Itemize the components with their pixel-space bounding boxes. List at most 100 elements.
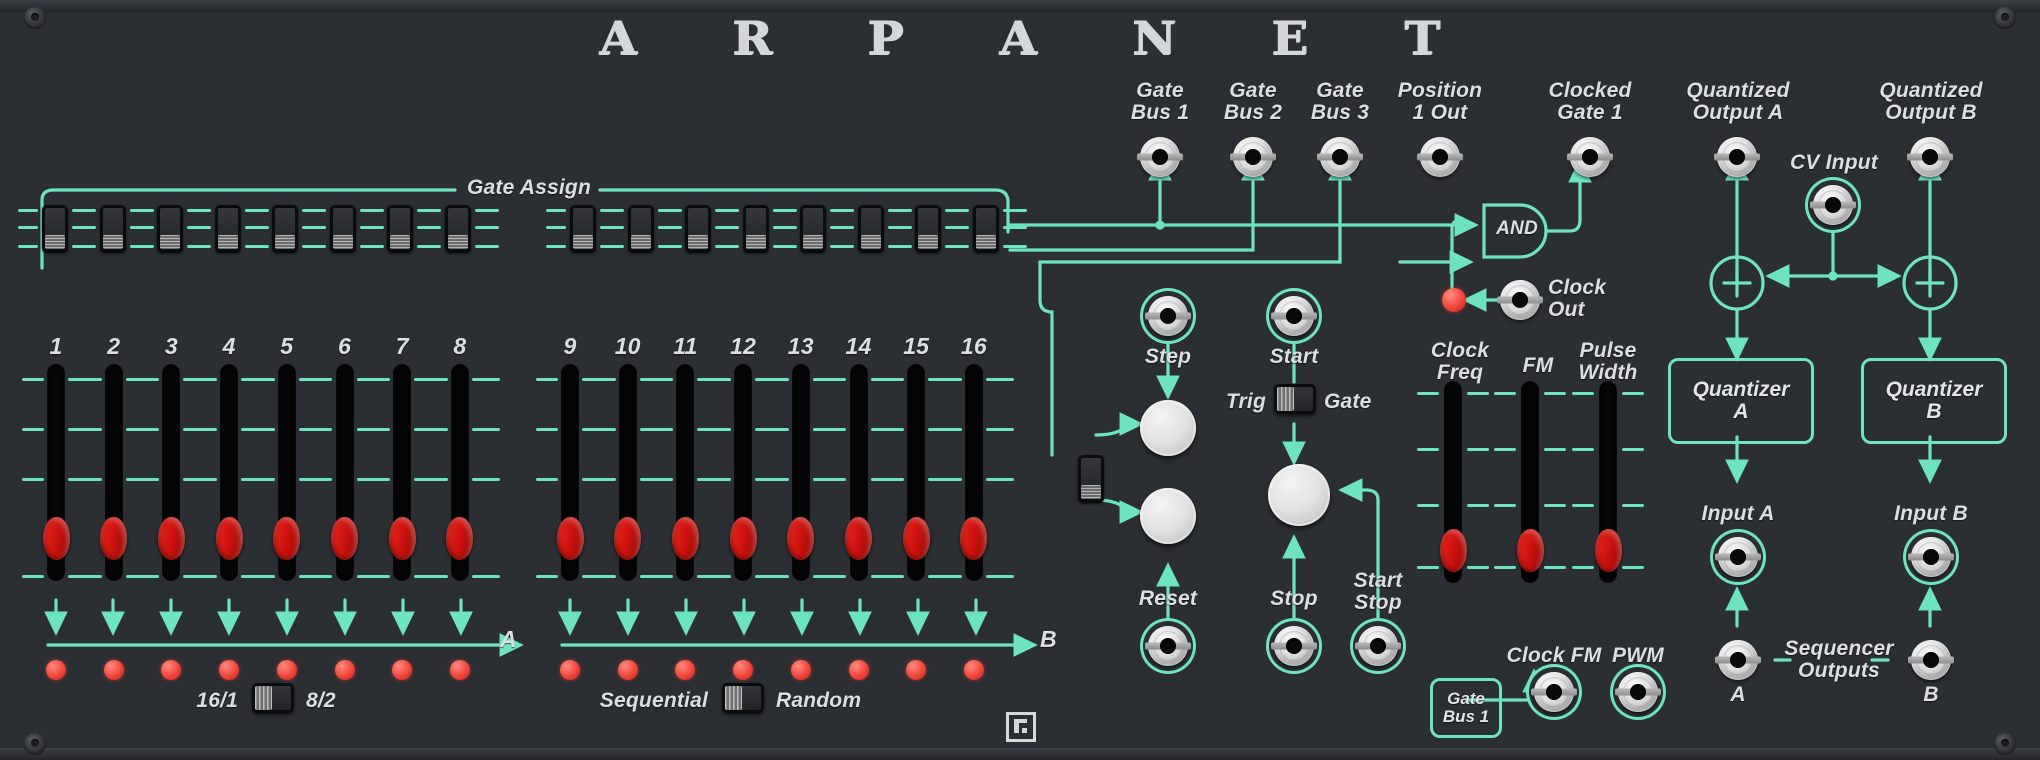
step-fader-cap-8[interactable] [446, 516, 474, 560]
step-fader-cap-5[interactable] [273, 516, 301, 560]
clock-out-jack[interactable] [1497, 280, 1543, 320]
step-fader-cap-9[interactable] [556, 516, 584, 560]
step-source-switch[interactable] [1078, 455, 1104, 503]
gate-assign-rail-tick [302, 209, 326, 213]
quantized-output-a-jack[interactable] [1714, 137, 1760, 177]
step-fader-cap-14[interactable] [845, 516, 872, 560]
step-number-15: 15 [903, 333, 930, 359]
step-fader-cap-13[interactable] [787, 516, 815, 560]
gate-bus-1-jack[interactable] [1137, 137, 1183, 177]
step-button[interactable] [1140, 400, 1196, 456]
gate-assign-switch-2[interactable] [99, 205, 126, 253]
step-fader-cap-12[interactable] [729, 516, 757, 560]
step-number-16: 16 [960, 333, 987, 359]
cv-input-jack[interactable] [1810, 185, 1856, 225]
step-fader-cap-10[interactable] [614, 516, 642, 560]
quantized-output-b-jack[interactable] [1907, 137, 1953, 177]
quantizer-b-box[interactable]: Quantizer B [1861, 358, 2007, 444]
gate-assign-switch-4[interactable] [214, 205, 241, 253]
trig-gate-switch[interactable] [1272, 384, 1318, 434]
mode-switch-right-label: Random [776, 689, 862, 712]
reset-jack[interactable] [1145, 626, 1191, 666]
fader-scale-tick [414, 478, 448, 482]
step-led-14 [848, 660, 869, 680]
gate-assign-rail-tick [945, 245, 969, 249]
step-jack[interactable] [1145, 296, 1191, 336]
fader-scale-tick [697, 575, 732, 579]
reset-button[interactable] [1140, 488, 1196, 544]
clock-slider-tick [1572, 504, 1594, 508]
quantizer-a-box[interactable]: Quantizer A [1668, 358, 1814, 444]
step-fader-cap-7[interactable] [388, 516, 416, 560]
step-fader-cap-6[interactable] [331, 516, 358, 560]
gate-assign-switch-1[interactable] [42, 205, 68, 253]
clock-freq-slider-cap[interactable] [1439, 529, 1467, 573]
gate-assign-switch-9[interactable] [570, 205, 596, 253]
step-fader-cap-15[interactable] [902, 516, 930, 560]
step-fader-cap-2[interactable] [100, 516, 128, 560]
gate-assign-switch-16[interactable] [972, 205, 999, 253]
gate-assign-switch-15[interactable] [915, 205, 941, 253]
gate-assign-switch-11[interactable] [685, 205, 711, 253]
title-glyph-6: E [1271, 11, 1310, 65]
fader-scale-tick [582, 478, 616, 482]
gate-assign-rail-tick [887, 245, 912, 249]
clocked-gate-1-jack[interactable] [1567, 137, 1613, 177]
sequencer-output-b-jack[interactable] [1908, 640, 1954, 680]
input-b-jack[interactable] [1908, 537, 1954, 577]
gate-bus-2-jack[interactable] [1230, 137, 1276, 177]
gate-assign-switch-10[interactable] [627, 205, 654, 253]
step-number-12: 12 [730, 333, 757, 359]
fader-scale-tick [471, 575, 500, 579]
start-stop-jack[interactable] [1355, 626, 1401, 666]
pwm-jack[interactable] [1615, 672, 1661, 712]
position-1-out-jack[interactable] [1417, 137, 1463, 177]
fader-scale-tick [985, 428, 1014, 432]
fader-scale-tick [22, 378, 44, 382]
gate-assign-switch-6[interactable] [329, 205, 356, 253]
length-switch[interactable] [250, 683, 296, 733]
fader-scale-tick [125, 478, 160, 482]
gate-assign-rail-tick [546, 226, 566, 230]
step-number-7: 7 [395, 333, 409, 359]
fader-scale-tick [870, 378, 905, 382]
step-led-16 [963, 660, 984, 680]
gate-bus-3-jack[interactable] [1317, 137, 1363, 177]
input-a-jack[interactable] [1715, 537, 1761, 577]
gate-assign-switch-5[interactable] [272, 205, 298, 253]
gate-assign-switch-7[interactable] [387, 205, 413, 253]
pulse-width-slider-cap[interactable] [1594, 529, 1622, 573]
mode-switch[interactable] [720, 683, 766, 733]
fader-scale-tick [471, 378, 500, 382]
gate-assign-rail-tick [474, 245, 499, 249]
step-fader-cap-3[interactable] [157, 516, 185, 560]
gate-assign-rail-tick [129, 226, 154, 230]
start-jack[interactable] [1271, 296, 1317, 336]
step-fader-cap-11[interactable] [671, 516, 699, 560]
gate-assign-switch-12[interactable] [742, 205, 769, 253]
clock-fm-jack[interactable] [1531, 672, 1577, 712]
gate-assign-switch-8[interactable] [444, 205, 471, 253]
gate-assign-rail-tick [830, 226, 854, 230]
step-number-2: 2 [107, 333, 121, 359]
gate-assign-rail-tick [129, 245, 154, 249]
module-panel: A R P A N E T Gate Assign Gate Bus 1 Gat… [0, 0, 2040, 760]
gate-assign-switch-14[interactable] [857, 205, 884, 253]
position-1-out-label: Position 1 Out [1397, 79, 1483, 124]
gate-assign-rail-tick [772, 209, 797, 213]
clock-slider-tick [1494, 448, 1516, 452]
step-fader-cap-1[interactable] [42, 516, 70, 560]
step-fader-cap-16[interactable] [960, 516, 988, 560]
stop-jack[interactable] [1271, 626, 1317, 666]
step-number-5: 5 [280, 333, 294, 359]
gate-bus-1-source-box[interactable]: Gate Bus 1 [1430, 678, 1502, 738]
start-stop-button[interactable] [1268, 464, 1330, 526]
gate-assign-switch-13[interactable] [800, 205, 826, 253]
step-fader-cap-4[interactable] [215, 516, 243, 560]
sequencer-output-a-jack[interactable] [1715, 640, 1761, 680]
gate-assign-rail-tick [772, 226, 797, 230]
switch-lever [275, 235, 295, 249]
fm-slider-cap[interactable] [1516, 529, 1544, 573]
fader-scale-tick [356, 575, 391, 579]
gate-assign-switch-3[interactable] [157, 205, 183, 253]
